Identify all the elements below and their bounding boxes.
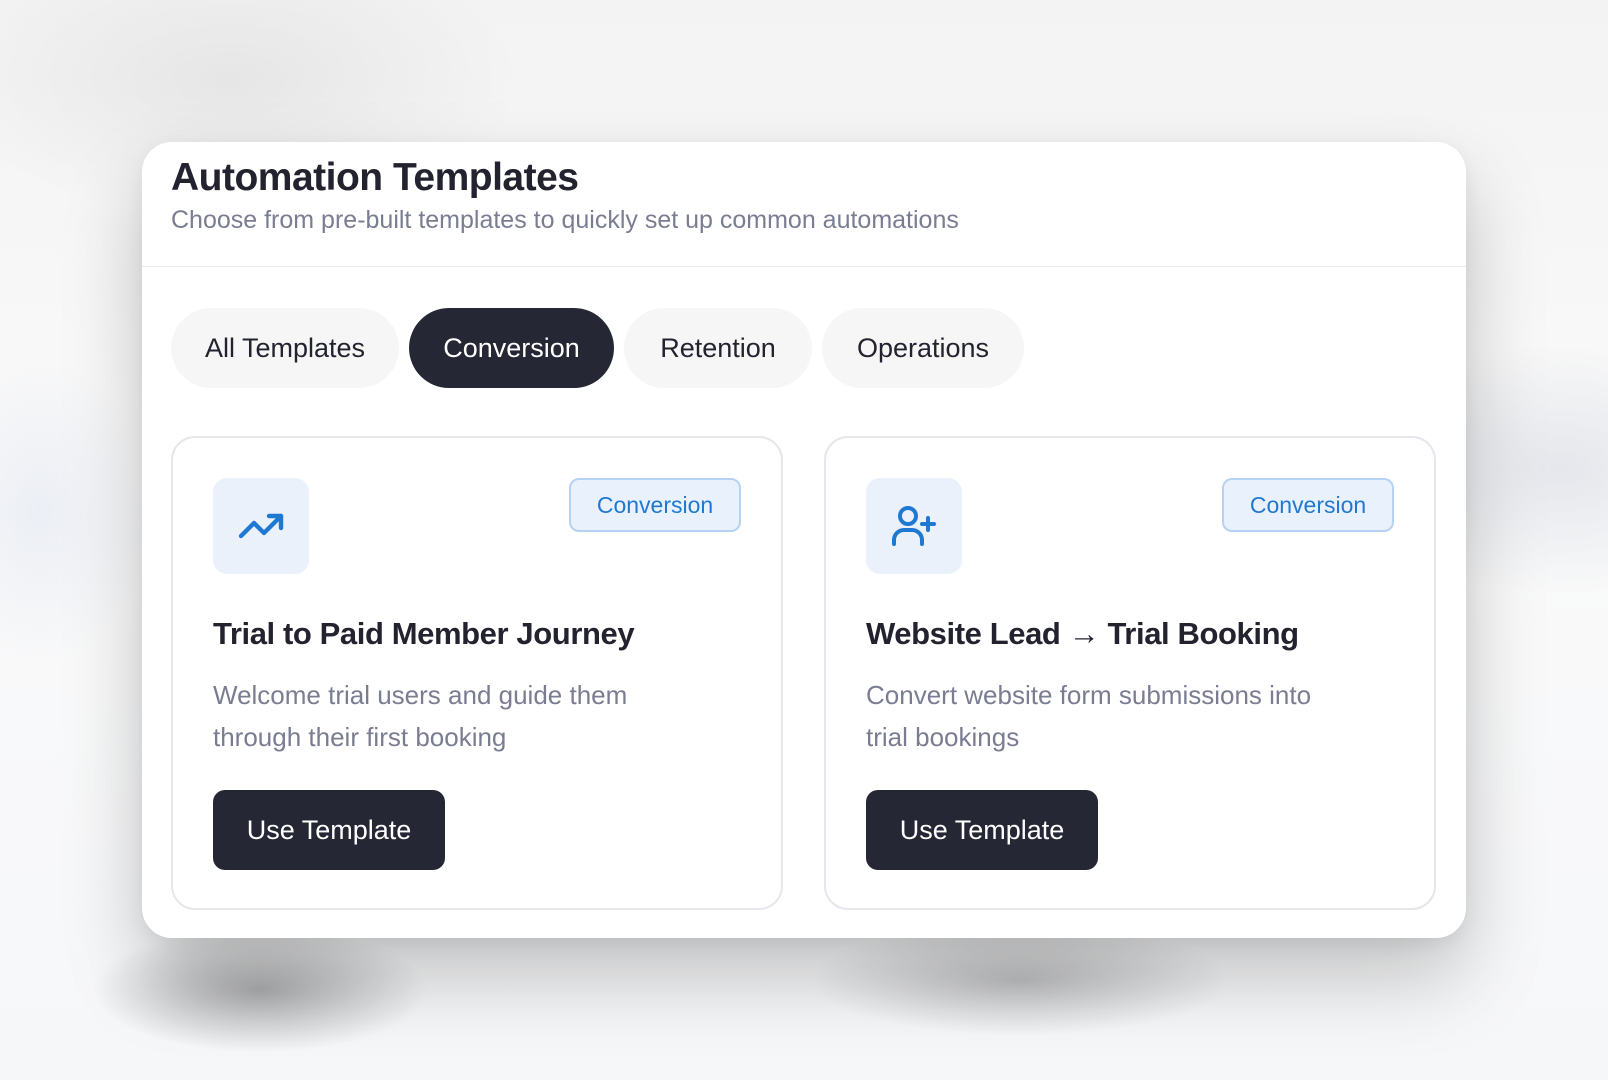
trending-up-icon (238, 513, 284, 539)
use-template-button[interactable]: Use Template (866, 790, 1098, 870)
use-template-button[interactable]: Use Template (213, 790, 445, 870)
tab-all-templates[interactable]: All Templates (171, 308, 399, 388)
page-subtitle: Choose from pre-built templates to quick… (171, 206, 959, 234)
modal-header: Automation Templates Choose from pre-bui… (142, 142, 1466, 267)
template-description: Convert website form submissions into tr… (866, 680, 1312, 752)
automation-templates-modal: Automation Templates Choose from pre-bui… (142, 142, 1466, 938)
template-title: Trial to Paid Member Journey (213, 616, 635, 651)
tab-operations[interactable]: Operations (822, 308, 1024, 388)
tab-retention[interactable]: Retention (624, 308, 812, 388)
category-tabs: All Templates Conversion Retention Opera… (171, 308, 1024, 388)
page-title: Automation Templates (171, 156, 579, 199)
template-description: Welcome trial users and guide them throu… (213, 680, 628, 752)
category-badge: Conversion (1222, 478, 1394, 532)
user-plus-icon (892, 506, 936, 546)
template-icon-box (213, 478, 309, 574)
template-card-trial-to-paid: Conversion Trial to Paid Member Journey … (171, 436, 783, 910)
template-card-website-lead: Conversion Website Lead → Trial Booking … (824, 436, 1436, 910)
tab-conversion[interactable]: Conversion (409, 308, 614, 388)
category-badge: Conversion (569, 478, 741, 532)
template-title: Website Lead → Trial Booking (866, 616, 1299, 651)
template-icon-box (866, 478, 962, 574)
